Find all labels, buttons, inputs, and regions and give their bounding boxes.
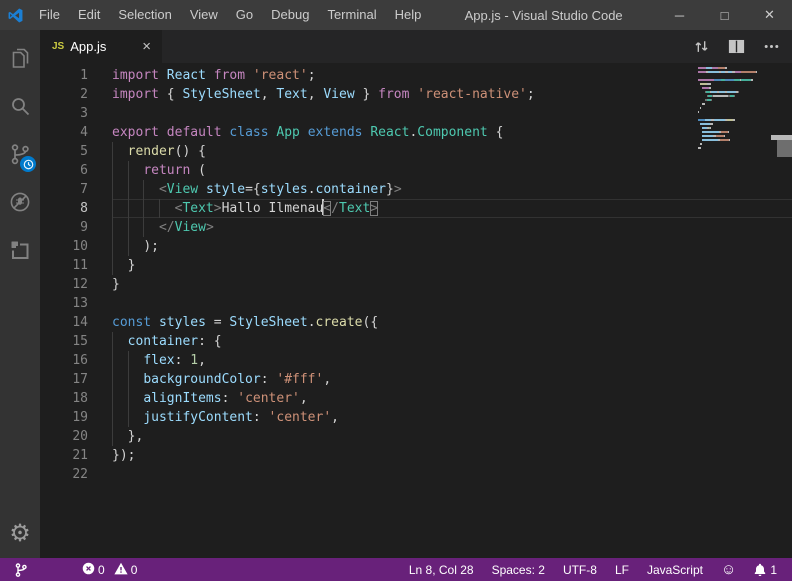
scm-clock-badge	[20, 156, 36, 172]
activity-bar: ⚙	[0, 30, 40, 558]
minimap[interactable]	[698, 67, 762, 155]
code-line-15[interactable]: 15 container: {	[40, 332, 792, 351]
vscode-logo-icon	[0, 0, 30, 30]
code-line-1[interactable]: 1import React from 'react';	[40, 66, 792, 85]
line-number[interactable]: 20	[40, 427, 88, 446]
sync-arrows-icon[interactable]	[693, 38, 710, 55]
line-number[interactable]: 17	[40, 370, 88, 389]
explorer-icon[interactable]	[0, 34, 40, 82]
close-button[interactable]: ✕	[747, 0, 792, 30]
code-line-3[interactable]: 3	[40, 104, 792, 123]
tab-bar: JS App.js ×	[40, 30, 792, 63]
line-number[interactable]: 13	[40, 294, 88, 313]
git-branch-icon[interactable]	[10, 558, 32, 581]
code-line-18[interactable]: 18 alignItems: 'center',	[40, 389, 792, 408]
code-line-20[interactable]: 20 },	[40, 427, 792, 446]
code-line-2[interactable]: 2import { StyleSheet, Text, View } from …	[40, 85, 792, 104]
warning-count: 0	[131, 563, 138, 577]
scrollbar-slider[interactable]	[777, 140, 792, 157]
line-number[interactable]: 4	[40, 123, 88, 142]
window-title: App.js - Visual Studio Code	[430, 8, 657, 23]
gear-glyph: ⚙	[9, 522, 31, 546]
line-number[interactable]: 5	[40, 142, 88, 161]
line-number[interactable]: 19	[40, 408, 88, 427]
cursor-position[interactable]: Ln 8, Col 28	[404, 558, 479, 581]
debug-icon[interactable]	[0, 178, 40, 226]
indentation-setting[interactable]: Spaces: 2	[487, 558, 550, 581]
code-line-11[interactable]: 11 }	[40, 256, 792, 275]
line-number[interactable]: 14	[40, 313, 88, 332]
extensions-icon[interactable]	[0, 226, 40, 274]
code-line-22[interactable]: 22	[40, 465, 792, 484]
search-icon[interactable]	[0, 82, 40, 130]
code-line-19[interactable]: 19 justifyContent: 'center',	[40, 408, 792, 427]
line-number[interactable]: 9	[40, 218, 88, 237]
line-number[interactable]: 22	[40, 465, 88, 484]
code-line-8[interactable]: 8 <Text>Hallo Ilmenau</Text>	[40, 199, 792, 218]
code-line-10[interactable]: 10 );	[40, 237, 792, 256]
status-bar: 0 0 Ln 8, Col 28 Spaces: 2 UTF-8 LF Java…	[0, 558, 792, 581]
eol-setting[interactable]: LF	[610, 558, 634, 581]
code-line-21[interactable]: 21});	[40, 446, 792, 465]
menu-bar: FileEditSelectionViewGoDebugTerminalHelp	[30, 0, 430, 30]
line-number[interactable]: 16	[40, 351, 88, 370]
menu-view[interactable]: View	[181, 0, 227, 30]
line-number[interactable]: 2	[40, 85, 88, 104]
line-number[interactable]: 6	[40, 161, 88, 180]
menu-help[interactable]: Help	[386, 0, 431, 30]
line-number[interactable]: 1	[40, 66, 88, 85]
line-number[interactable]: 3	[40, 104, 88, 123]
problems-indicator[interactable]: 0 0	[82, 562, 137, 578]
language-mode[interactable]: JavaScript	[642, 558, 708, 581]
maximize-button[interactable]: □	[702, 0, 747, 30]
code-line-9[interactable]: 9 </View>	[40, 218, 792, 237]
split-editor-icon[interactable]	[728, 39, 745, 54]
code-line-16[interactable]: 16 flex: 1,	[40, 351, 792, 370]
menu-go[interactable]: Go	[227, 0, 262, 30]
menu-edit[interactable]: Edit	[69, 0, 109, 30]
line-number[interactable]: 7	[40, 180, 88, 199]
menu-debug[interactable]: Debug	[262, 0, 318, 30]
code-editor[interactable]: 1import React from 'react';2import { Sty…	[40, 63, 792, 558]
code-line-7[interactable]: 7 <View style={styles.container}>	[40, 180, 792, 199]
tab-label: App.js	[70, 39, 139, 54]
error-icon	[82, 562, 95, 578]
line-number[interactable]: 18	[40, 389, 88, 408]
window-controls: ─ □ ✕	[657, 0, 792, 30]
code-line-17[interactable]: 17 backgroundColor: '#fff',	[40, 370, 792, 389]
minimize-button[interactable]: ─	[657, 0, 702, 30]
editor-actions	[693, 30, 792, 63]
tab-close-icon[interactable]: ×	[139, 38, 154, 55]
code-lines: 1import React from 'react';2import { Sty…	[40, 63, 792, 484]
line-number[interactable]: 21	[40, 446, 88, 465]
code-line-14[interactable]: 14const styles = StyleSheet.create({	[40, 313, 792, 332]
code-line-4[interactable]: 4export default class App extends React.…	[40, 123, 792, 142]
line-number[interactable]: 10	[40, 237, 88, 256]
line-number[interactable]: 8	[40, 199, 88, 218]
notification-count: 1	[770, 563, 777, 577]
source-control-icon[interactable]	[0, 130, 40, 178]
more-actions-icon[interactable]	[763, 38, 780, 55]
code-line-13[interactable]: 13	[40, 294, 792, 313]
settings-gear-icon[interactable]: ⚙	[0, 510, 40, 558]
error-count: 0	[98, 563, 105, 577]
encoding-setting[interactable]: UTF-8	[558, 558, 602, 581]
code-line-12[interactable]: 12}	[40, 275, 792, 294]
menu-file[interactable]: File	[30, 0, 69, 30]
code-line-6[interactable]: 6 return (	[40, 161, 792, 180]
menu-selection[interactable]: Selection	[109, 0, 180, 30]
notifications-bell[interactable]: 1	[749, 558, 782, 581]
title-bar: FileEditSelectionViewGoDebugTerminalHelp…	[0, 0, 792, 30]
code-line-5[interactable]: 5 render() {	[40, 142, 792, 161]
feedback-smiley-icon[interactable]: ☺	[716, 558, 741, 581]
line-number[interactable]: 12	[40, 275, 88, 294]
warning-icon	[114, 562, 128, 578]
line-number[interactable]: 15	[40, 332, 88, 351]
javascript-file-icon: JS	[52, 41, 64, 52]
line-number[interactable]: 11	[40, 256, 88, 275]
tab-appjs[interactable]: JS App.js ×	[40, 30, 162, 63]
vscode-window: FileEditSelectionViewGoDebugTerminalHelp…	[0, 0, 792, 581]
menu-terminal[interactable]: Terminal	[318, 0, 385, 30]
